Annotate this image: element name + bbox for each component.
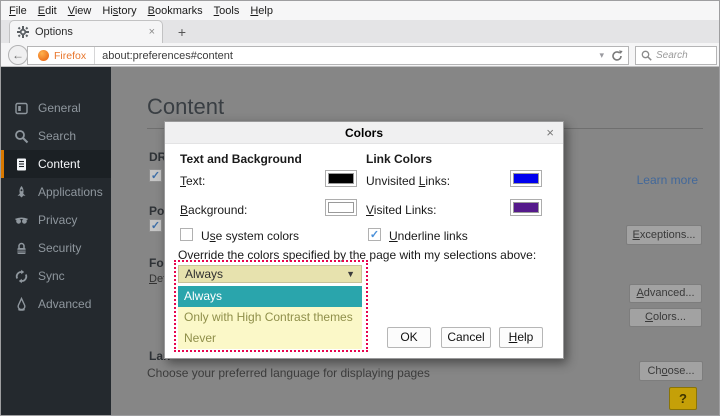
- tab-bar: Options × +: [1, 20, 719, 43]
- help-question-button[interactable]: ?: [669, 387, 697, 410]
- text-color-swatch[interactable]: [325, 170, 357, 187]
- privacy-mask-icon: [14, 213, 29, 228]
- applications-icon: [14, 185, 29, 200]
- sidebar-item-content[interactable]: Content: [1, 150, 111, 178]
- sidebar-item-label: Search: [38, 129, 76, 143]
- dropdown-option-list: Always Only with High Contrast themes Ne…: [178, 286, 362, 349]
- advanced-button[interactable]: Advanced...: [629, 284, 702, 303]
- sidebar-item-label: Privacy: [38, 213, 77, 227]
- sidebar-item-label: Content: [38, 157, 80, 171]
- use-system-colors-checkbox[interactable]: [180, 228, 193, 241]
- reload-icon[interactable]: [610, 49, 624, 63]
- tab-options[interactable]: Options ×: [9, 20, 163, 43]
- underline-links-label: Underline links: [389, 229, 468, 243]
- url-bar[interactable]: Firefox about:preferences#content ▾: [27, 46, 629, 65]
- search-placeholder: Search: [656, 50, 688, 61]
- dialog-titlebar: Colors ×: [165, 122, 563, 144]
- navigation-bar: ← Firefox about:preferences#content ▾ Se…: [1, 43, 719, 67]
- close-icon[interactable]: ×: [546, 125, 554, 140]
- help-button[interactable]: Help: [499, 327, 543, 348]
- unvisited-links-swatch[interactable]: [510, 170, 542, 187]
- dropdown-option-high-contrast[interactable]: Only with High Contrast themes: [178, 307, 362, 328]
- background-color-swatch[interactable]: [325, 199, 357, 216]
- sidebar-item-security[interactable]: Security: [1, 234, 111, 262]
- firefox-logo-icon: [38, 50, 49, 61]
- new-tab-button[interactable]: +: [169, 23, 195, 43]
- menu-history[interactable]: History: [102, 5, 136, 17]
- choose-button[interactable]: Choose...: [639, 361, 703, 381]
- advanced-icon: [14, 297, 29, 312]
- colors-dialog: Colors × Text and Background Link Colors…: [164, 121, 564, 359]
- cancel-button[interactable]: Cancel: [441, 327, 491, 348]
- sidebar-item-label: General: [38, 101, 81, 115]
- lock-icon: [14, 241, 29, 256]
- sidebar-item-applications[interactable]: Applications: [1, 178, 111, 206]
- dialog-title: Colors: [165, 126, 563, 140]
- search-box[interactable]: Search: [635, 46, 717, 65]
- drm-checkbox[interactable]: [149, 169, 162, 182]
- sidebar-item-label: Applications: [38, 185, 103, 199]
- menu-view[interactable]: View: [68, 5, 92, 17]
- section-text-background: Text and Background: [180, 152, 302, 166]
- search-icon: [641, 50, 652, 61]
- menu-edit[interactable]: Edit: [38, 5, 57, 17]
- tab-close-icon[interactable]: ×: [149, 27, 155, 38]
- menu-bookmarks[interactable]: Bookmarks: [148, 5, 203, 17]
- learn-more-link[interactable]: Learn more: [637, 173, 698, 187]
- sidebar-item-search[interactable]: Search: [1, 122, 111, 150]
- sidebar-item-privacy[interactable]: Privacy: [1, 206, 111, 234]
- background-color-label: Background:: [180, 203, 247, 217]
- sidebar-item-label: Sync: [38, 269, 65, 283]
- underline-links-checkbox[interactable]: [368, 228, 381, 241]
- sidebar-item-advanced[interactable]: Advanced: [1, 290, 111, 318]
- ok-button[interactable]: OK: [387, 327, 431, 348]
- dropdown-value: Always: [185, 267, 223, 281]
- content-area: General Search Content Applications Priv…: [1, 67, 720, 416]
- visited-links-swatch[interactable]: [510, 199, 542, 216]
- content-icon: [14, 157, 29, 172]
- browser-window: File Edit View History Bookmarks Tools H…: [0, 0, 720, 416]
- colors-button[interactable]: Colors...: [629, 308, 702, 327]
- chevron-down-icon[interactable]: ▾: [599, 50, 610, 61]
- chevron-down-icon: ▼: [346, 269, 361, 279]
- general-icon: [14, 101, 29, 116]
- page-title: Content: [147, 94, 224, 120]
- search-icon: [14, 129, 29, 144]
- section-link-colors: Link Colors: [366, 152, 432, 166]
- unvisited-links-label: Unvisited Links:: [366, 174, 450, 188]
- menu-tools[interactable]: Tools: [214, 5, 240, 17]
- override-colors-label: Override the colors specified by the pag…: [178, 248, 536, 262]
- sync-icon: [14, 269, 29, 284]
- back-arrow-icon[interactable]: ←: [8, 45, 28, 65]
- url-text[interactable]: about:preferences#content: [95, 50, 233, 62]
- override-dropdown[interactable]: Always ▼: [178, 265, 362, 283]
- text-color-label: Text:: [180, 174, 205, 188]
- visited-links-label: Visited Links:: [366, 203, 437, 217]
- exceptions-button[interactable]: Exceptions...: [626, 225, 702, 245]
- sidebar-item-sync[interactable]: Sync: [1, 262, 111, 290]
- sidebar-item-label: Security: [38, 241, 81, 255]
- tab-title: Options: [35, 26, 73, 38]
- sidebar-item-label: Advanced: [38, 297, 91, 311]
- use-system-colors-label: Use system colors: [201, 229, 299, 243]
- firefox-brand-label[interactable]: Firefox: [54, 50, 94, 62]
- menu-help[interactable]: Help: [250, 5, 273, 17]
- dropdown-option-always[interactable]: Always: [178, 286, 362, 307]
- popups-checkbox[interactable]: [149, 219, 162, 232]
- menu-bar: File Edit View History Bookmarks Tools H…: [1, 1, 719, 20]
- dropdown-option-never[interactable]: Never: [178, 328, 362, 349]
- sidebar-item-general[interactable]: General: [1, 94, 111, 122]
- preferences-sidebar: General Search Content Applications Priv…: [1, 67, 111, 416]
- gear-icon: [17, 26, 29, 38]
- language-caption: Choose your preferred language for displ…: [147, 366, 430, 380]
- menu-file[interactable]: File: [9, 5, 27, 17]
